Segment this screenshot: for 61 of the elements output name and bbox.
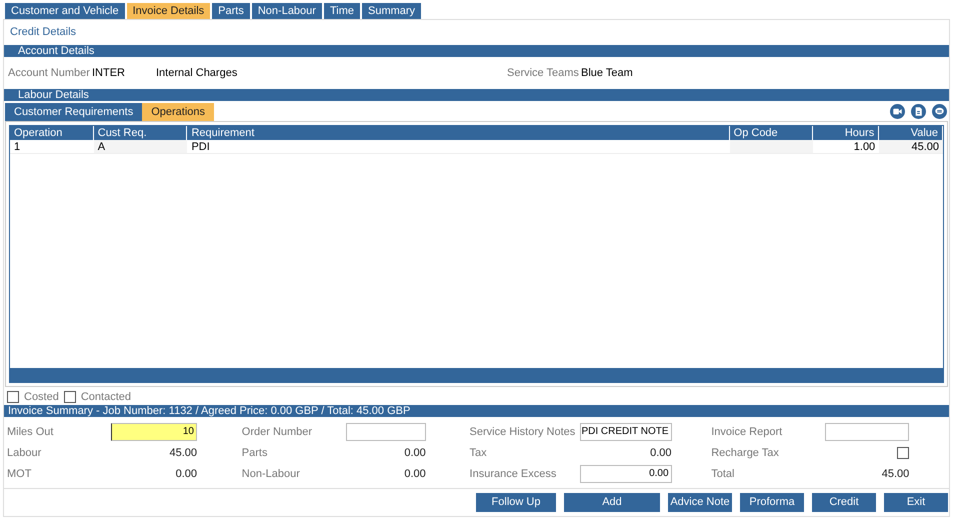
table-cell-text: 1 — [13, 140, 22, 153]
field-label: Order Number — [242, 424, 314, 440]
field-label: Tax — [470, 446, 488, 461]
tab[interactable]: Non-Labour — [252, 3, 322, 19]
table-cell: 45.00 — [879, 140, 943, 153]
field-label: Total — [711, 466, 736, 482]
account-number: INTER — [92, 66, 126, 81]
tab[interactable]: Time — [324, 3, 360, 19]
field-label: Parts — [242, 446, 268, 461]
checkbox[interactable] — [64, 391, 76, 403]
field-label: Account Number — [8, 66, 91, 81]
tab[interactable]: Summary — [362, 3, 422, 19]
value-text: 0.00 — [403, 446, 426, 461]
tab[interactable]: Operations — [142, 103, 214, 121]
action-button[interactable]: Credit — [812, 493, 876, 512]
checkbox-label: Costed — [24, 390, 59, 405]
input-field[interactable] — [346, 423, 426, 441]
value-text: 0.00 — [174, 466, 197, 482]
checkbox[interactable] — [7, 391, 19, 403]
field-label: Miles Out — [7, 424, 54, 440]
service-team: Blue Team — [581, 66, 633, 81]
field-label: Labour — [7, 446, 42, 461]
chat-icon[interactable] — [932, 104, 947, 119]
table-cell-text: 1.00 — [852, 140, 876, 153]
input-field[interactable] — [825, 423, 910, 441]
page-title: Credit Details — [10, 25, 76, 40]
column-header: Requirement — [187, 126, 730, 140]
checkbox[interactable] — [897, 447, 910, 459]
video-camera-icon[interactable] — [890, 104, 905, 119]
input-field[interactable]: PDI CREDIT NOTE — [580, 423, 672, 441]
account-name: Internal Charges — [156, 66, 238, 81]
value-text: 45.00 — [168, 446, 197, 461]
tab[interactable]: Invoice Details — [126, 3, 210, 19]
action-button[interactable]: Advice Note — [668, 493, 732, 512]
value-text: 0.00 — [649, 446, 672, 461]
field-label: Service History Notes — [470, 424, 576, 440]
field-label: Service Teams — [507, 66, 580, 81]
section-header: Account Details — [4, 45, 949, 57]
field-label: MOT — [7, 466, 32, 482]
input-field[interactable]: 10 — [111, 423, 197, 441]
field-label: Insurance Excess — [470, 466, 558, 482]
action-button[interactable]: Follow Up — [476, 493, 556, 512]
tab[interactable]: Customer Requirements — [5, 103, 142, 121]
section-header: Invoice Summary - Job Number: 1132 / Agreed Price: 0.00 GBP / Total: 45.00 GBP — [4, 405, 949, 417]
value-text: 0.00 — [403, 466, 426, 482]
field-label: Recharge Tax — [711, 446, 780, 461]
column-header: Operation — [10, 126, 94, 140]
table-cell: A — [94, 140, 188, 153]
action-button[interactable]: Exit — [884, 493, 948, 512]
field-label: Non-Labour — [242, 466, 301, 482]
document-icon[interactable] — [911, 104, 926, 119]
action-button[interactable]: Proforma — [740, 493, 804, 512]
value-text: 45.00 — [880, 466, 910, 482]
checkbox-label: Contacted — [80, 390, 132, 405]
section-header: Labour Details — [4, 89, 949, 101]
tab[interactable]: Customer and Vehicle — [5, 3, 125, 19]
input-field[interactable]: 0.00 — [580, 465, 672, 483]
tab[interactable]: Parts — [212, 3, 250, 19]
table-cell-text: PDI — [190, 140, 211, 153]
field-label: Invoice Report — [711, 424, 784, 440]
action-button[interactable]: Add — [564, 493, 660, 512]
